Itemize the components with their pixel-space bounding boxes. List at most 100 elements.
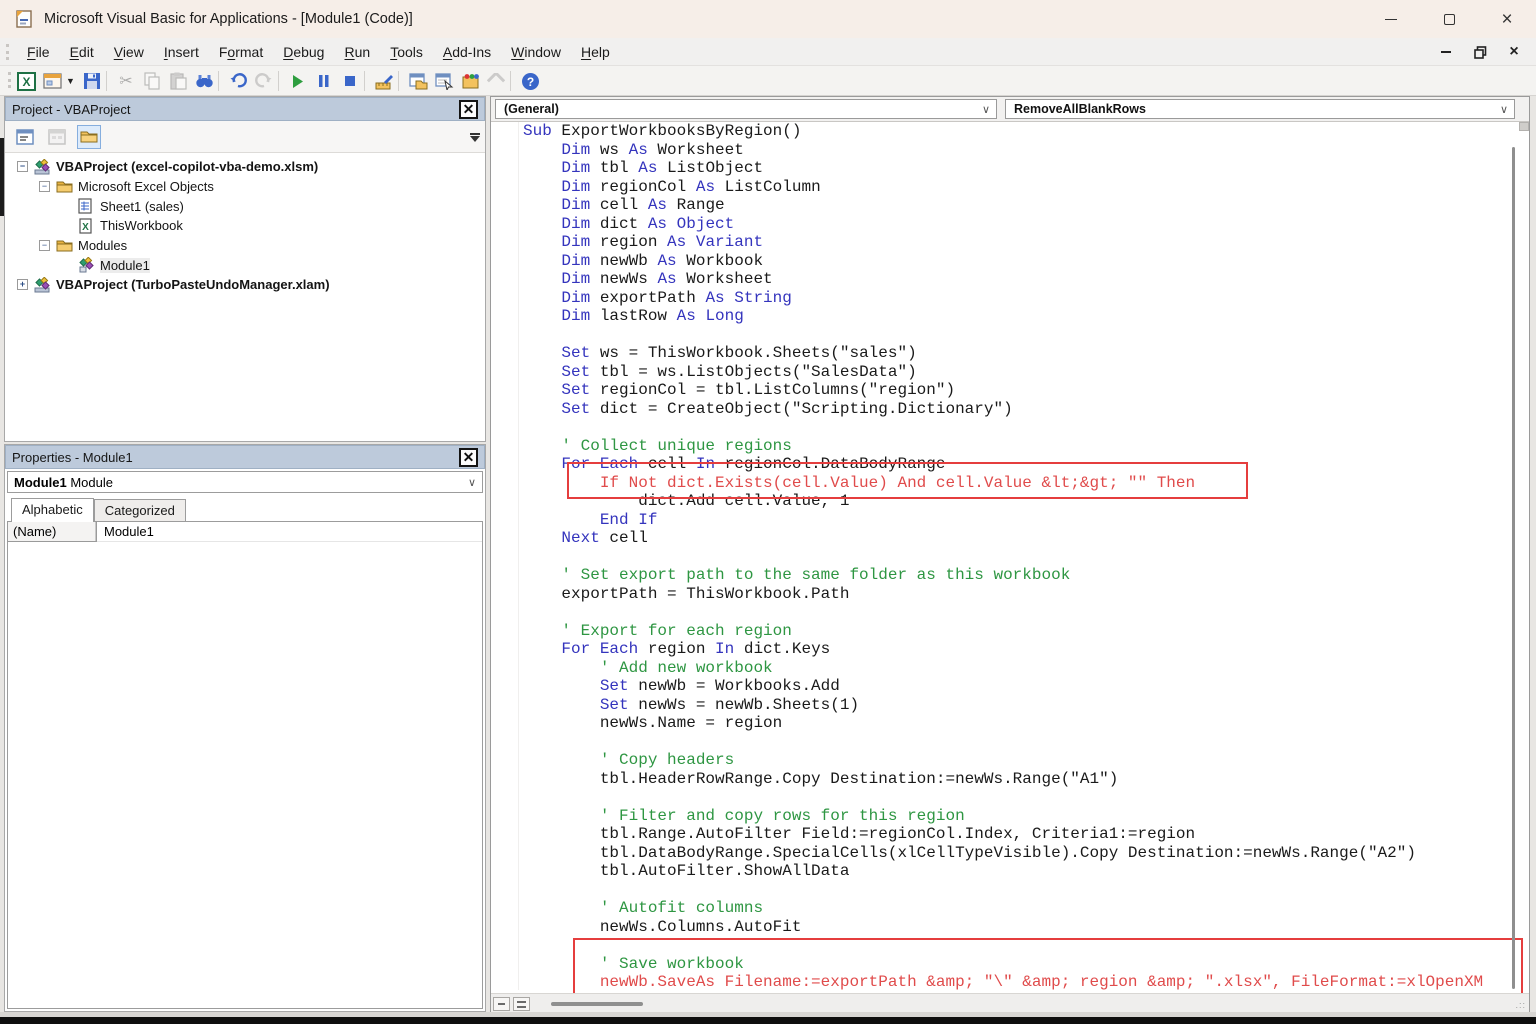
procedure-dropdown[interactable]: RemoveAllBlankRows∨ — [1005, 99, 1515, 119]
menu-item-help[interactable]: Help — [571, 40, 620, 64]
window-close-button[interactable]: × — [1478, 0, 1536, 38]
save-icon[interactable] — [80, 69, 104, 93]
full-module-view-button[interactable] — [513, 997, 530, 1011]
undo-icon[interactable] — [226, 69, 250, 93]
code-line — [491, 881, 1523, 900]
folder-icon — [56, 238, 73, 254]
tree-item-modules[interactable]: − Modules — [5, 236, 485, 256]
collapse-icon[interactable]: − — [39, 181, 50, 192]
code-line: ' Autofit columns — [491, 899, 1523, 918]
project-scroll-down-button[interactable] — [467, 125, 483, 149]
reset-icon[interactable] — [338, 69, 362, 93]
window-minimize-button[interactable] — [1362, 0, 1420, 38]
menu-item-addins[interactable]: Add-Ins — [433, 40, 501, 64]
code-line: ' Add new workbook — [491, 659, 1523, 678]
tree-item-label: ThisWorkbook — [100, 218, 183, 233]
window-maximize-button[interactable] — [1420, 0, 1478, 38]
tree-item-microsoft-excel-objects[interactable]: − Microsoft Excel Objects — [5, 177, 485, 197]
code-line: Dim ws As Worksheet — [491, 141, 1523, 160]
code-line: ' Export for each region — [491, 622, 1523, 641]
property-name-cell[interactable]: (Name) — [8, 522, 96, 541]
menu-item-debug[interactable]: Debug — [273, 40, 334, 64]
project-panel-header[interactable]: Project - VBAProject ✕ — [5, 97, 485, 121]
property-value-cell[interactable]: Module1 — [96, 522, 162, 541]
insert-userform-icon[interactable] — [40, 69, 64, 93]
code-line: Dim tbl As ListObject — [491, 159, 1523, 178]
properties-panel-close-button[interactable]: ✕ — [459, 448, 478, 467]
menu-item-tools[interactable]: Tools — [380, 40, 433, 64]
menu-item-run[interactable]: Run — [334, 40, 380, 64]
code-line: ' Set export path to the same folder as … — [491, 566, 1523, 585]
folder-icon — [56, 179, 73, 195]
tree-item-sheet1-sales[interactable]: Sheet1 (sales) — [5, 196, 485, 216]
menu-item-format[interactable]: Format — [209, 40, 273, 64]
code-line: Dim newWs As Worksheet — [491, 270, 1523, 289]
menu-item-file[interactable]: File — [17, 40, 60, 64]
run-icon[interactable] — [286, 69, 310, 93]
menubar-grip[interactable] — [6, 44, 9, 60]
menu-item-insert[interactable]: Insert — [154, 40, 209, 64]
object-browser-icon[interactable] — [458, 69, 482, 93]
document-minimize-button[interactable] — [1438, 44, 1454, 60]
menu-item-view[interactable]: View — [104, 40, 154, 64]
code-line — [491, 603, 1523, 622]
paste-icon[interactable] — [166, 69, 190, 93]
document-restore-button[interactable] — [1472, 44, 1488, 60]
collapse-icon[interactable]: − — [39, 240, 50, 251]
menu-item-edit[interactable]: Edit — [60, 40, 104, 64]
object-dropdown[interactable]: (General)∨ — [495, 99, 997, 119]
code-line: Set newWs = newWb.Sheets(1) — [491, 696, 1523, 715]
tree-item-label: Sheet1 (sales) — [100, 199, 184, 214]
tree-item-label: Modules — [78, 238, 127, 253]
properties-window-icon[interactable] — [432, 69, 456, 93]
tab-alphabetic[interactable]: Alphabetic — [11, 498, 94, 522]
toolbox-icon[interactable] — [484, 69, 508, 93]
expand-icon[interactable]: + — [17, 279, 28, 290]
view-object-icon[interactable] — [45, 125, 69, 149]
tree-item-thisworkbook[interactable]: XThisWorkbook — [5, 216, 485, 236]
code-line: Dim cell As Range — [491, 196, 1523, 215]
properties-object-type: Module — [67, 475, 113, 490]
code-line: Dim lastRow As Long — [491, 307, 1523, 326]
project-explorer-icon[interactable] — [406, 69, 430, 93]
horizontal-scrollbar[interactable] — [551, 1002, 643, 1006]
help-icon[interactable]: ? — [518, 69, 542, 93]
code-line: ' Filter and copy rows for this region — [491, 807, 1523, 826]
toolbar-separator — [218, 71, 219, 91]
tree-item-module1[interactable]: Module1 — [5, 255, 485, 275]
break-icon[interactable] — [312, 69, 336, 93]
collapse-icon[interactable]: − — [17, 161, 28, 172]
project-panel-close-button[interactable]: ✕ — [459, 100, 478, 119]
tree-item-label: Microsoft Excel Objects — [78, 179, 214, 194]
cut-icon[interactable]: ✂ — [114, 69, 138, 93]
vba-app-icon — [14, 9, 34, 29]
toolbar-separator — [106, 71, 107, 91]
tree-item-label: VBAProject (excel-copilot-vba-demo.xlsm) — [56, 159, 318, 174]
toolbar-grip[interactable] — [8, 72, 11, 88]
redo-icon[interactable] — [252, 69, 276, 93]
view-microsoft-excel-icon[interactable]: X — [14, 69, 38, 93]
procedure-view-button[interactable] — [493, 997, 510, 1011]
tree-item-vbaproject-turbopasteundomanager-xlam[interactable]: +VBAProject (TurboPasteUndoManager.xlam) — [5, 275, 485, 295]
properties-object-dropdown[interactable]: Module1 Module ∨ — [7, 471, 483, 493]
tree-item-vbaproject-excel-copilot-vba-demo-xlsm[interactable]: − VBAProject (excel-copilot-vba-demo.xlsm… — [5, 157, 485, 177]
design-mode-icon[interactable] — [372, 69, 396, 93]
toolbar-separator — [398, 71, 399, 91]
annotation-rect-syntax-error-2 — [573, 938, 1523, 995]
view-code-icon[interactable] — [13, 125, 37, 149]
tab-categorized[interactable]: Categorized — [94, 499, 186, 521]
vertical-scrollbar[interactable] — [1512, 147, 1515, 989]
copy-icon[interactable] — [140, 69, 164, 93]
property-row[interactable]: (Name) Module1 — [8, 522, 482, 542]
code-editor[interactable]: Sub ExportWorkbooksByRegion() Dim ws As … — [491, 122, 1523, 990]
svg-text:?: ? — [526, 75, 533, 89]
properties-panel-header[interactable]: Properties - Module1 ✕ — [5, 445, 485, 469]
find-icon[interactable] — [192, 69, 216, 93]
menu-item-window[interactable]: Window — [501, 40, 571, 64]
resize-grip-icon[interactable]: .:: — [1515, 1000, 1526, 1010]
code-line: Next cell — [491, 529, 1523, 548]
document-close-button[interactable]: × — [1506, 44, 1522, 60]
insert-object-dropdown-arrow-icon[interactable]: ▼ — [66, 76, 75, 86]
code-line: Set tbl = ws.ListObjects("SalesData") — [491, 363, 1523, 382]
toggle-folders-icon[interactable] — [77, 125, 101, 149]
